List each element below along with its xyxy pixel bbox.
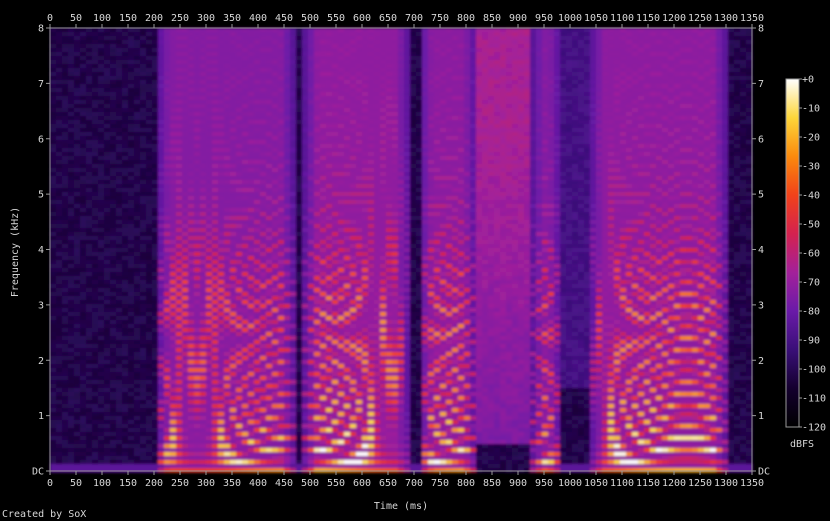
x-tick-label-bottom: 1100 [610, 478, 634, 489]
x-tick-label-bottom: 400 [249, 478, 267, 489]
x-tick-label-bottom: 500 [301, 478, 319, 489]
y-axis-label: Frequency (kHz) [10, 207, 21, 297]
x-tick-label-bottom: 900 [509, 478, 527, 489]
x-tick-label-top: 100 [93, 13, 111, 24]
y-tick-label-left: 7 [38, 79, 44, 90]
spectrogram-heatmap [50, 28, 753, 473]
colorbar-ticks: +0 -10 -20 -30 -40 -50 -60 -70 -80 -90 -100 -110 -12… [799, 75, 826, 434]
y-tick-label-right: 7 [758, 79, 764, 90]
y-axis-right: DC 1 2 3 4 5 6 7 8 [752, 24, 770, 478]
x-axis-top: 0 50 100 150 200 250 300 350 400 450 500 550 600 650 7… [47, 13, 764, 28]
y-tick-label-right: 6 [758, 134, 764, 145]
x-tick-label-top: 300 [197, 13, 215, 24]
colorbar-label: dBFS [790, 439, 814, 450]
x-tick-label-top: 1050 [584, 13, 608, 24]
colorbar-tick-label: -100 [802, 365, 826, 376]
colorbar-tick-label: -60 [802, 249, 820, 260]
y-tick-label-right: 1 [758, 411, 764, 422]
colorbar-tick-label: -40 [802, 191, 820, 202]
x-tick-label-bottom: 1000 [558, 478, 582, 489]
y-tick-label-right: 3 [758, 300, 764, 311]
y-tick-label-right: 8 [758, 24, 764, 35]
x-tick-label-top: 1300 [714, 13, 738, 24]
colorbar-tick-label: -90 [802, 336, 820, 347]
x-tick-label-top: 450 [275, 13, 293, 24]
x-tick-label-bottom: 100 [93, 478, 111, 489]
x-tick-label-top: 950 [535, 13, 553, 24]
x-tick-label-top: 650 [379, 13, 397, 24]
x-tick-label-top: 600 [353, 13, 371, 24]
x-tick-label-bottom: 1350 [740, 478, 764, 489]
colorbar-tick-label: -30 [802, 162, 820, 173]
y-tick-label-left: 5 [38, 190, 44, 201]
x-tick-label-top: 50 [70, 13, 82, 24]
y-axis-left: DC 1 2 3 4 5 6 7 8 [32, 24, 50, 478]
x-tick-label-top: 350 [223, 13, 241, 24]
x-tick-label-bottom: 350 [223, 478, 241, 489]
x-axis-label: Time (ms) [374, 501, 428, 512]
x-tick-label-bottom: 0 [47, 478, 53, 489]
credit-text: Created by SoX [2, 509, 87, 520]
x-tick-label-bottom: 1200 [662, 478, 686, 489]
colorbar-tick-label: -110 [802, 394, 826, 405]
colorbar-tick-label: -50 [802, 220, 820, 231]
x-tick-label-top: 200 [145, 13, 163, 24]
x-tick-label-bottom: 800 [457, 478, 475, 489]
colorbar-tick-label: -120 [802, 423, 826, 434]
colorbar-tick-label: -10 [802, 104, 820, 115]
x-tick-label-bottom: 750 [431, 478, 449, 489]
y-tick-label-right: 5 [758, 190, 764, 201]
x-tick-label-bottom: 250 [171, 478, 189, 489]
x-tick-label-top: 150 [119, 13, 137, 24]
x-tick-label-top: 700 [405, 13, 423, 24]
x-tick-label-bottom: 150 [119, 478, 137, 489]
x-tick-label-bottom: 1050 [584, 478, 608, 489]
x-tick-label-top: 1100 [610, 13, 634, 24]
x-tick-label-bottom: 600 [353, 478, 371, 489]
x-tick-label-top: 750 [431, 13, 449, 24]
y-tick-label-left: 6 [38, 134, 44, 145]
x-tick-label-top: 550 [327, 13, 345, 24]
y-tick-label-left: 8 [38, 24, 44, 35]
colorbar-tick-label: -70 [802, 278, 820, 289]
x-tick-label-top: 850 [483, 13, 501, 24]
x-tick-label-top: 500 [301, 13, 319, 24]
x-tick-label-top: 0 [47, 13, 53, 24]
x-tick-label-bottom: 650 [379, 478, 397, 489]
x-tick-label-top: 900 [509, 13, 527, 24]
x-tick-label-bottom: 950 [535, 478, 553, 489]
x-tick-label-top: 1350 [740, 13, 764, 24]
x-tick-label-top: 1250 [688, 13, 712, 24]
x-tick-label-top: 1200 [662, 13, 686, 24]
spectrogram-chart: 0 50 100 150 200 250 300 350 400 450 500 550 600 650 7… [10, 13, 826, 512]
y-tick-label-right: DC [758, 467, 770, 478]
x-tick-label-top: 400 [249, 13, 267, 24]
x-tick-label-bottom: 1250 [688, 478, 712, 489]
y-tick-label-left: DC [32, 467, 44, 478]
colorbar [785, 78, 800, 428]
x-tick-label-bottom: 1300 [714, 478, 738, 489]
x-tick-label-bottom: 50 [70, 478, 82, 489]
x-tick-label-bottom: 300 [197, 478, 215, 489]
x-tick-label-top: 800 [457, 13, 475, 24]
y-tick-label-left: 4 [38, 245, 44, 256]
x-tick-label-top: 1150 [636, 13, 660, 24]
y-tick-label-left: 2 [38, 356, 44, 367]
x-tick-label-bottom: 1150 [636, 478, 660, 489]
y-tick-label-right: 2 [758, 356, 764, 367]
y-tick-label-left: 1 [38, 411, 44, 422]
x-tick-label-top: 250 [171, 13, 189, 24]
x-tick-label-bottom: 550 [327, 478, 345, 489]
x-tick-label-bottom: 200 [145, 478, 163, 489]
colorbar-tick-label: -20 [802, 133, 820, 144]
y-tick-label-right: 4 [758, 245, 764, 256]
x-tick-label-bottom: 700 [405, 478, 423, 489]
colorbar-tick-label: -80 [802, 307, 820, 318]
x-tick-label-bottom: 450 [275, 478, 293, 489]
colorbar-tick-label: +0 [802, 75, 814, 86]
x-tick-label-top: 1000 [558, 13, 582, 24]
y-tick-label-left: 3 [38, 300, 44, 311]
x-axis-bottom: 0 50 100 150 200 250 300 350 400 450 500 550 600 650 7… [47, 471, 764, 489]
x-tick-label-bottom: 850 [483, 478, 501, 489]
